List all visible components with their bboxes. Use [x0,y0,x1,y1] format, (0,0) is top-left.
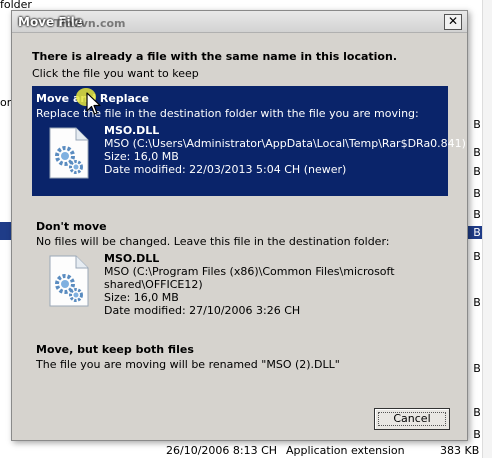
option-title: Move, but keep both files [36,343,194,356]
option-keep-both[interactable]: Move, but keep both files The file you a… [32,337,448,377]
file-type: Application extension [286,444,405,457]
file-name: MSO.DLL [104,252,160,265]
option-description: The file you are moving will be renamed … [36,358,340,371]
conflict-instruction: Click the file you want to keep [32,67,199,80]
file-size: Size: 16,0 MB [104,291,179,304]
close-icon: ✕ [447,14,459,28]
close-button[interactable]: ✕ [444,14,462,30]
option-dont-move[interactable]: Don't move No files will be changed. Lea… [32,214,448,324]
file-name: MSO.DLL [104,124,160,137]
background-scrollbar[interactable] [482,0,492,458]
dll-file-gears-icon [49,255,89,307]
file-size: Size: 16,0 MB [104,150,179,163]
file-date: 26/10/2006 8:13 CH [166,444,278,457]
source-file-details: MSO.DLL MSO (C:\Users\Administrator\AppD… [104,124,466,176]
dialog-titlebar[interactable]: Move File Tin7vn.com ✕ [12,11,467,33]
option-title: Don't move [36,220,107,233]
file-path: MSO (C:\Program Files (x86)\Common Files… [104,265,395,278]
file-date-modified: Date modified: 27/10/2006 3:26 CH [104,304,301,317]
file-path-continued: shared\OFFICE12) [104,278,203,291]
file-size: 383 KB [440,444,480,457]
cancel-button[interactable]: Cancel [374,408,450,430]
cancel-label: Cancel [393,412,431,425]
option-description: No files will be changed. Leave this fil… [36,235,390,248]
watermark-text: Tin7vn.com [54,17,126,30]
file-path: MSO (C:\Users\Administrator\AppData\Loca… [104,137,466,150]
dll-file-gears-icon [49,127,89,179]
destination-file-details: MSO.DLL MSO (C:\Program Files (x86)\Comm… [104,252,395,317]
background-file-row[interactable]: 26/10/2006 8:13 CH Application extension… [0,444,492,458]
move-file-dialog: Move File Tin7vn.com ✕ There is already … [11,10,468,441]
mouse-pointer-icon [86,92,101,115]
file-date-modified: Date modified: 22/03/2013 5:04 CH (newer… [104,163,347,176]
conflict-heading: There is already a file with the same na… [32,50,397,63]
